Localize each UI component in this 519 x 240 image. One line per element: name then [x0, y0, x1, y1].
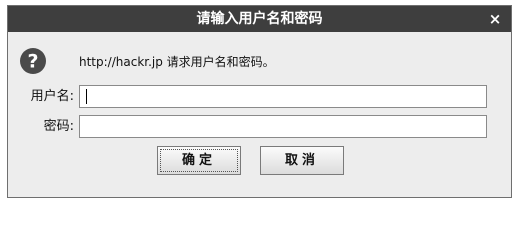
ok-button[interactable]: 确定: [157, 146, 241, 175]
text-caret: [86, 89, 87, 104]
password-label: 密码:: [43, 119, 74, 134]
help-icon: ?: [20, 48, 46, 74]
close-button[interactable]: ×: [487, 10, 503, 28]
password-input[interactable]: [79, 115, 487, 138]
username-label: 用户名:: [30, 89, 74, 104]
username-input[interactable]: [79, 85, 487, 108]
help-icon-glyph: ?: [27, 51, 38, 73]
cancel-button[interactable]: 取消: [260, 146, 344, 175]
dialog-title: 请输入用户名和密码: [196, 11, 323, 27]
title-bar: 请输入用户名和密码 ×: [8, 6, 511, 32]
auth-message: http://hackr.jp 请求用户名和密码。: [79, 55, 275, 69]
